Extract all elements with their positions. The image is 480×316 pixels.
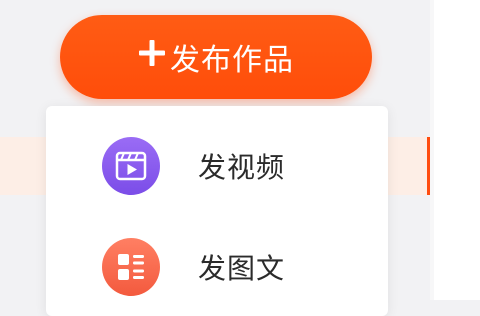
- menu-item-video[interactable]: 发视频: [46, 126, 388, 206]
- menu-item-article[interactable]: 发图文: [46, 227, 388, 307]
- plus-icon: [138, 38, 166, 74]
- article-icon: [102, 238, 160, 296]
- video-icon: [102, 137, 160, 195]
- right-panel: [434, 0, 480, 300]
- menu-item-article-label: 发图文: [198, 252, 286, 285]
- menu-item-video-label: 发视频: [198, 151, 286, 184]
- publish-button-label: 发布作品: [170, 43, 294, 78]
- publish-menu: 发视频 发图文: [46, 106, 388, 316]
- publish-work-button[interactable]: 发布作品: [60, 15, 372, 99]
